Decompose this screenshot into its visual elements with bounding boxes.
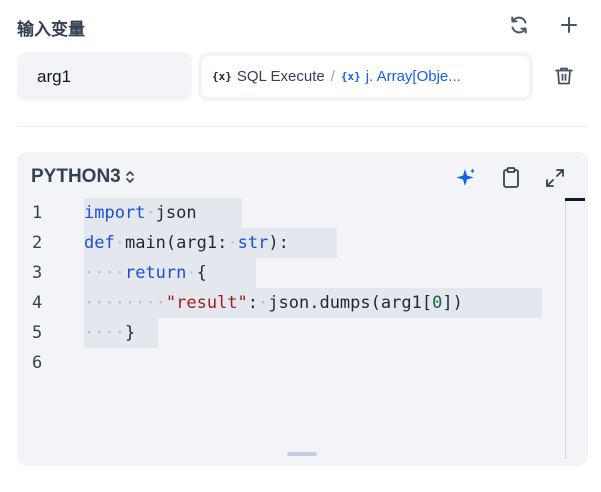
- source-variable-label: j. Array[Obje...: [365, 68, 461, 85]
- line-number: 3: [32, 263, 43, 283]
- language-label: PYTHON3: [31, 166, 121, 187]
- variable-name-input[interactable]: arg1: [17, 52, 192, 101]
- source-node-label: SQL Execute: [236, 68, 325, 85]
- plus-icon[interactable]: [558, 14, 580, 36]
- line-number: 1: [32, 203, 43, 223]
- clipboard-icon[interactable]: [499, 166, 523, 190]
- code-line: 4 ········"result":·json.dumps(arg1[0]): [17, 288, 562, 318]
- variable-icon: {x}: [340, 70, 361, 83]
- resize-handle[interactable]: [287, 452, 317, 456]
- section-divider: [17, 126, 587, 127]
- line-number: 5: [32, 323, 43, 343]
- code-editor-panel: PYTHON3 1 import·json 2 def·main(arg1:·s…: [17, 152, 588, 466]
- line-number: 2: [32, 233, 43, 253]
- code-line: 3 ····return·{: [17, 258, 562, 288]
- chevron-up-down-icon: [125, 171, 134, 183]
- code-line: 2 def·main(arg1:·str):: [17, 228, 562, 258]
- line-number: 6: [32, 353, 43, 373]
- scrollbar-thumb[interactable]: [565, 198, 585, 201]
- code-line: 5 ····}: [17, 318, 562, 348]
- variable-name-value: arg1: [37, 66, 72, 86]
- sparkle-icon[interactable]: [454, 166, 478, 190]
- code-line: 6: [17, 348, 562, 378]
- language-selector[interactable]: PYTHON3: [31, 166, 135, 188]
- variable-source-selector[interactable]: {x} SQL Execute / {x} j. Array[Obje...: [198, 52, 533, 101]
- code-line: 1 import·json: [17, 198, 562, 228]
- refresh-icon[interactable]: [508, 14, 530, 36]
- path-separator: /: [330, 68, 335, 85]
- line-number: 4: [32, 293, 43, 313]
- code-editor[interactable]: 1 import·json 2 def·main(arg1:·str): 3 ·…: [17, 198, 562, 448]
- section-title: 输入变量: [17, 20, 85, 40]
- scrollbar-track[interactable]: [565, 199, 566, 459]
- variable-icon: {x}: [212, 70, 232, 83]
- trash-icon[interactable]: [552, 64, 576, 88]
- expand-icon[interactable]: [543, 166, 567, 190]
